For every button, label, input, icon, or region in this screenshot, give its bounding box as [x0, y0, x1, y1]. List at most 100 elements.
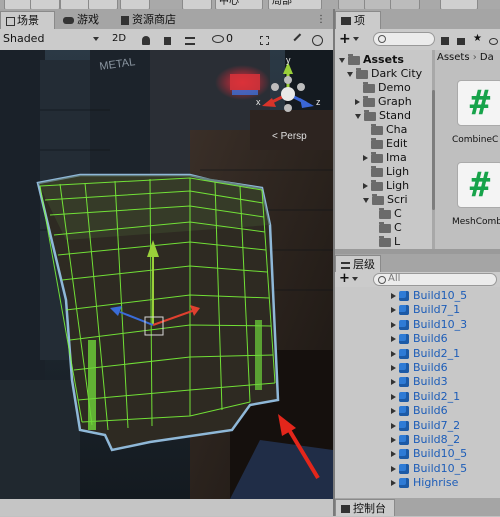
- fold-closed-icon: [355, 99, 360, 105]
- tree-item-dark-city[interactable]: Dark City: [347, 67, 422, 81]
- hierarchy-item[interactable]: Build8_2: [335, 433, 500, 447]
- pivot-center-toggle[interactable]: 中心: [215, 0, 263, 9]
- prefab-cube-icon: [399, 305, 409, 316]
- rect-tool-button[interactable]: [120, 0, 150, 9]
- hierarchy-item-label: Highrise: [413, 476, 459, 490]
- fold-closed-icon[interactable]: [391, 465, 396, 472]
- hierarchy-add-button[interactable]: +: [339, 271, 358, 286]
- tab-console[interactable]: 控制台: [335, 499, 395, 516]
- tree-item-demo[interactable]: Demo: [363, 81, 411, 95]
- lighting-toggle[interactable]: [142, 31, 156, 47]
- shading-mode-dropdown[interactable]: Shaded: [3, 31, 101, 47]
- tree-item-c1[interactable]: C: [379, 207, 402, 221]
- tab-hierarchy[interactable]: 层级: [335, 255, 381, 272]
- mode-2d-toggle[interactable]: 2D: [110, 31, 128, 47]
- fold-closed-icon[interactable]: [391, 336, 396, 343]
- script-file-icon[interactable]: #: [457, 162, 500, 208]
- gizmos-dropdown[interactable]: [312, 31, 330, 47]
- fold-closed-icon[interactable]: [391, 321, 396, 328]
- effects-dropdown[interactable]: [185, 31, 207, 47]
- breadcrumb-assets[interactable]: Assets: [437, 52, 470, 63]
- folder-icon: [371, 137, 383, 149]
- tree-item-assets[interactable]: Assets: [339, 53, 404, 67]
- hierarchy-item[interactable]: Build2_1: [335, 347, 500, 361]
- hierarchy-item-label: Build6: [413, 404, 448, 418]
- project-add-button[interactable]: +: [339, 31, 359, 47]
- hierarchy-item-label: Build10_5: [413, 447, 468, 461]
- tree-item-light-2[interactable]: Ligh: [363, 179, 409, 193]
- collab-button[interactable]: [440, 0, 478, 9]
- tree-item-characters[interactable]: Cha: [371, 123, 407, 137]
- eye-slash-icon: [212, 35, 224, 43]
- fold-closed-icon[interactable]: [391, 350, 396, 357]
- fold-closed-icon[interactable]: [391, 307, 396, 314]
- projection-label[interactable]: < Persp: [272, 131, 307, 142]
- hidden-objects-toggle[interactable]: 0: [212, 31, 252, 47]
- fold-closed-icon[interactable]: [391, 379, 396, 386]
- hierarchy-item[interactable]: Build6: [335, 332, 500, 346]
- tree-item-editor[interactable]: Edit: [371, 137, 407, 151]
- hierarchy-item[interactable]: Build10_5: [335, 289, 500, 303]
- fold-closed-icon[interactable]: [391, 408, 396, 415]
- tab-scene[interactable]: 场景: [0, 11, 55, 29]
- hierarchy-item-label: Build10_5: [413, 461, 468, 475]
- filter-by-type-button[interactable]: [441, 31, 453, 47]
- tab-menu-icon[interactable]: ⋮: [316, 14, 326, 25]
- hierarchy-item[interactable]: Build10_5: [335, 447, 500, 461]
- hierarchy-item[interactable]: Highrise: [335, 476, 500, 490]
- favorites-button[interactable]: ★: [473, 31, 485, 47]
- hierarchy-search-input[interactable]: All: [373, 273, 497, 286]
- tree-item-graph[interactable]: Graph: [355, 95, 412, 109]
- hierarchy-item[interactable]: Build6: [335, 361, 500, 375]
- grid-icon: [6, 16, 15, 26]
- tab-asset-store[interactable]: 资源商店: [116, 11, 196, 29]
- fold-closed-icon[interactable]: [391, 480, 396, 487]
- tree-item-standard[interactable]: Stand: [355, 109, 411, 123]
- folder-icon: [372, 193, 384, 205]
- fold-closed-icon[interactable]: [391, 365, 396, 371]
- hierarchy-item[interactable]: Build2_1: [335, 390, 500, 404]
- step-button[interactable]: [390, 0, 420, 9]
- tree-item-light-1[interactable]: Ligh: [371, 165, 409, 179]
- tab-project[interactable]: 项目: [335, 11, 381, 45]
- project-search-input[interactable]: [373, 32, 435, 46]
- prefab-cube-icon: [399, 391, 409, 402]
- fold-closed-icon[interactable]: [391, 422, 396, 429]
- fold-closed-icon[interactable]: [391, 393, 396, 400]
- rotate-tool-button[interactable]: [60, 0, 90, 9]
- hierarchy-item[interactable]: Build10_5: [335, 462, 500, 476]
- grid-icon: [260, 36, 269, 45]
- fold-closed-icon[interactable]: [391, 437, 396, 443]
- script-file-icon[interactable]: #: [457, 80, 500, 126]
- scene-viewport[interactable]: METAL y x z < Persp: [0, 50, 333, 499]
- tree-item-c2[interactable]: C: [379, 221, 402, 235]
- fold-closed-icon[interactable]: [391, 293, 396, 299]
- hierarchy-list: Build10_5 Build7_1 Build10_3 Build6 Build2_1…: [335, 287, 500, 498]
- breadcrumb-dark-city[interactable]: Da: [480, 52, 494, 63]
- prefab-cube-icon: [399, 420, 409, 431]
- fold-closed-icon[interactable]: [391, 451, 396, 458]
- hierarchy-item[interactable]: Build7_2: [335, 419, 500, 433]
- tree-item-image-effects[interactable]: Ima: [363, 151, 407, 165]
- audio-toggle[interactable]: [164, 31, 178, 47]
- grid-toggle[interactable]: [260, 31, 274, 47]
- filter-by-label-button[interactable]: [457, 31, 469, 47]
- project-folder-tree: Assets Dark City Demo Graph Stand Cha Ed…: [335, 50, 432, 249]
- tree-item-l[interactable]: L: [379, 235, 400, 249]
- prefab-cube-icon: [399, 334, 409, 345]
- tools-button[interactable]: [292, 31, 308, 48]
- hierarchy-item[interactable]: Build3: [335, 375, 500, 389]
- hierarchy-item[interactable]: Build6: [335, 404, 500, 418]
- file-label: MeshComb: [452, 217, 500, 227]
- move-tool-button[interactable]: [30, 0, 60, 9]
- hierarchy-item[interactable]: Build7_1: [335, 303, 500, 317]
- pivot-local-toggle[interactable]: 局部: [268, 0, 322, 9]
- hidden-packages-button[interactable]: [489, 31, 499, 47]
- scene-status-bar: [0, 499, 333, 516]
- hierarchy-item[interactable]: Build10_3: [335, 318, 500, 332]
- breadcrumb: Assets › Da: [437, 52, 494, 63]
- transform-tool-button[interactable]: [182, 0, 212, 9]
- scale-tool-button[interactable]: [88, 0, 118, 9]
- tree-item-scripts[interactable]: Scri: [363, 193, 408, 207]
- tab-game[interactable]: 游戏: [58, 11, 110, 29]
